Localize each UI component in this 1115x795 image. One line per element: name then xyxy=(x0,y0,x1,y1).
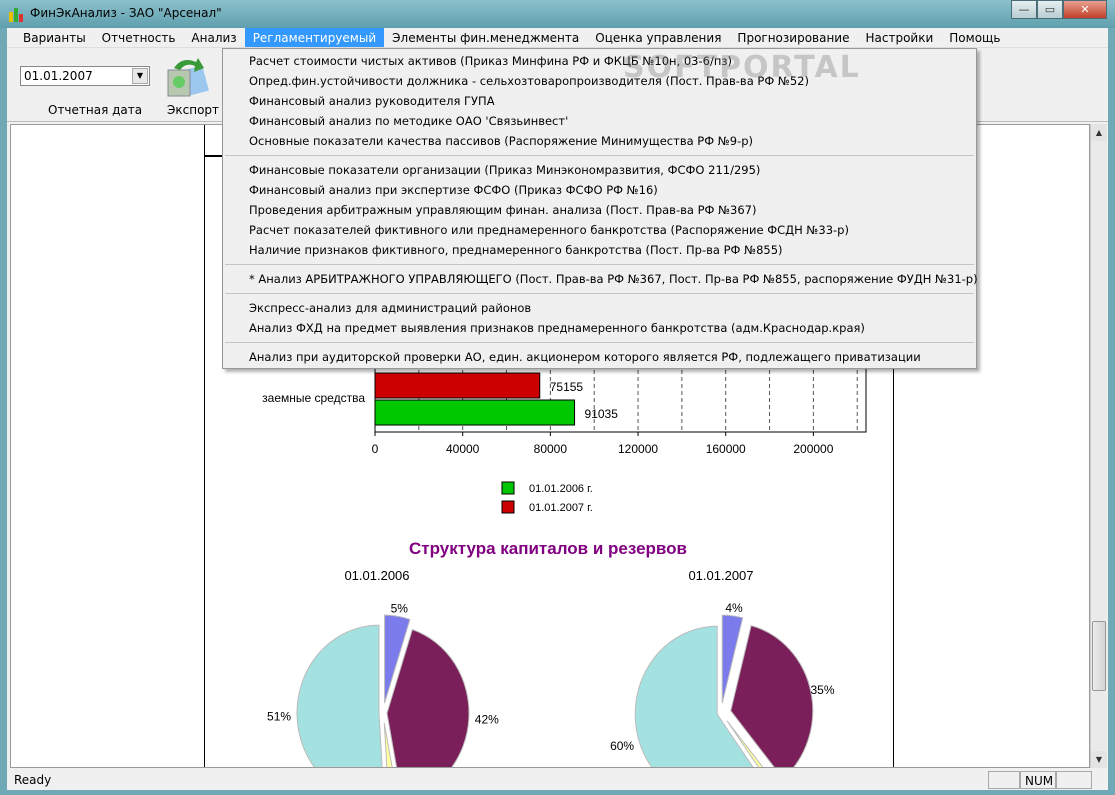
export-label[interactable]: Экспорт xyxy=(167,103,219,117)
menu-item[interactable]: Анализ при аудиторской проверки АО, един… xyxy=(223,347,976,367)
vertical-scrollbar[interactable]: ▲ ▼ xyxy=(1090,124,1107,768)
menu-item[interactable]: * Анализ АРБИТРАЖНОГО УПРАВЛЯЮЩЕГО (Пост… xyxy=(223,269,978,289)
legend-label: 01.01.2007 г. xyxy=(529,502,593,514)
menu-separator xyxy=(225,342,974,343)
menu-item[interactable]: Расчет стоимости чистых активов (Приказ … xyxy=(223,51,976,71)
pie-slice-label: 42% xyxy=(475,713,499,727)
x-tick-label: 80000 xyxy=(534,442,568,456)
menu-separator xyxy=(225,155,974,156)
menu-item[interactable]: Анализ ФХД на предмет выявления признако… xyxy=(223,318,976,338)
report-date-label: Отчетная дата xyxy=(48,103,143,117)
x-tick-label: 200000 xyxy=(793,442,833,456)
menu-item[interactable]: Расчет показателей фиктивного или предна… xyxy=(223,220,976,240)
menu-separator xyxy=(225,293,974,294)
pie-slice xyxy=(730,624,814,767)
category-label: заемные средства xyxy=(262,391,365,405)
export-icon[interactable] xyxy=(164,54,210,98)
minimize-button[interactable]: — xyxy=(1011,0,1037,19)
menu-item[interactable]: Опред.фин.устойчивости должника - сельхо… xyxy=(223,71,976,91)
bar-value-label: 91035 xyxy=(585,407,619,421)
menu-variants[interactable]: Варианты xyxy=(15,28,94,47)
legend-swatch xyxy=(501,481,515,495)
menu-item[interactable]: Финансовый анализ руководителя ГУПА xyxy=(223,91,976,111)
pie-slice-label: 51% xyxy=(267,709,291,723)
x-tick-label: 0 xyxy=(372,442,379,456)
status-pane xyxy=(988,771,1020,789)
report-date-value: 01.01.2007 xyxy=(24,69,93,83)
maximize-button[interactable]: ▭ xyxy=(1037,0,1063,19)
menu-management-eval[interactable]: Оценка управления xyxy=(587,28,729,47)
scroll-thumb[interactable] xyxy=(1092,621,1106,691)
menu-fin-management[interactable]: Элементы фин.менеджмента xyxy=(384,28,587,47)
menu-regulated[interactable]: Регламентируемый xyxy=(244,28,385,47)
status-text: Ready xyxy=(14,773,52,787)
scroll-up-icon[interactable]: ▲ xyxy=(1091,124,1107,141)
bar-value-label: 75155 xyxy=(550,380,584,394)
app-icon xyxy=(9,8,23,22)
menu-item[interactable]: Финансовые показатели организации (Прика… xyxy=(223,160,976,180)
pie-section-title: Структура капиталов и резервов xyxy=(409,539,687,558)
pie-slice-label: 35% xyxy=(810,683,834,697)
pie-title: 01.01.2007 xyxy=(688,568,753,583)
x-tick-label: 120000 xyxy=(618,442,658,456)
menu-bar: Варианты Отчетность Анализ Регламентируе… xyxy=(7,28,1108,48)
pie-slice-label: 60% xyxy=(610,739,634,753)
menu-reports[interactable]: Отчетность xyxy=(94,28,184,47)
menu-item[interactable]: Экспресс-анализ для администраций районо… xyxy=(223,298,976,318)
menu-forecasting[interactable]: Прогнозирование xyxy=(729,28,857,47)
bar xyxy=(374,399,576,426)
menu-analysis[interactable]: Анализ xyxy=(183,28,244,47)
pie-slice xyxy=(296,624,383,767)
num-indicator: NUM xyxy=(1020,771,1056,789)
legend-label: 01.01.2006 г. xyxy=(529,483,593,495)
menu-help[interactable]: Помощь xyxy=(941,28,1008,47)
menu-separator xyxy=(225,264,974,265)
legend-swatch xyxy=(501,500,515,514)
status-bar: Ready NUM xyxy=(7,769,1108,790)
pie-slice-label: 4% xyxy=(725,601,743,615)
watermark: SOFTPORTAL xyxy=(623,50,861,85)
menu-item[interactable]: Проведения арбитражным управляющим финан… xyxy=(223,200,976,220)
report-date-select[interactable]: 01.01.2007 ▼ xyxy=(20,66,150,86)
pie-title: 01.01.2006 xyxy=(344,568,409,583)
menu-item[interactable]: Основные показатели качества пассивов (Р… xyxy=(223,131,976,151)
window-title: ФинЭкАнализ - ЗАО "Арсенал" xyxy=(30,6,222,20)
menu-item[interactable]: Наличие признаков фиктивного, преднамере… xyxy=(223,240,976,260)
x-tick-label: 160000 xyxy=(706,442,746,456)
menu-settings[interactable]: Настройки xyxy=(858,28,942,47)
chevron-down-icon[interactable]: ▼ xyxy=(132,68,148,84)
bar xyxy=(374,372,541,399)
regulated-dropdown-menu: Расчет стоимости чистых активов (Приказ … xyxy=(222,48,978,369)
pie-slice-label: 5% xyxy=(391,601,409,615)
status-pane xyxy=(1056,771,1092,789)
title-bar: ФинЭкАнализ - ЗАО "Арсенал" — ▭ ✕ xyxy=(0,0,1115,28)
scroll-down-icon[interactable]: ▼ xyxy=(1091,751,1107,768)
menu-item[interactable]: Финансовый анализ по методике ОАО 'Связь… xyxy=(223,111,976,131)
menu-item[interactable]: Финансовый анализ при экспертизе ФСФО (П… xyxy=(223,180,976,200)
x-tick-label: 40000 xyxy=(446,442,480,456)
close-button[interactable]: ✕ xyxy=(1063,0,1107,19)
